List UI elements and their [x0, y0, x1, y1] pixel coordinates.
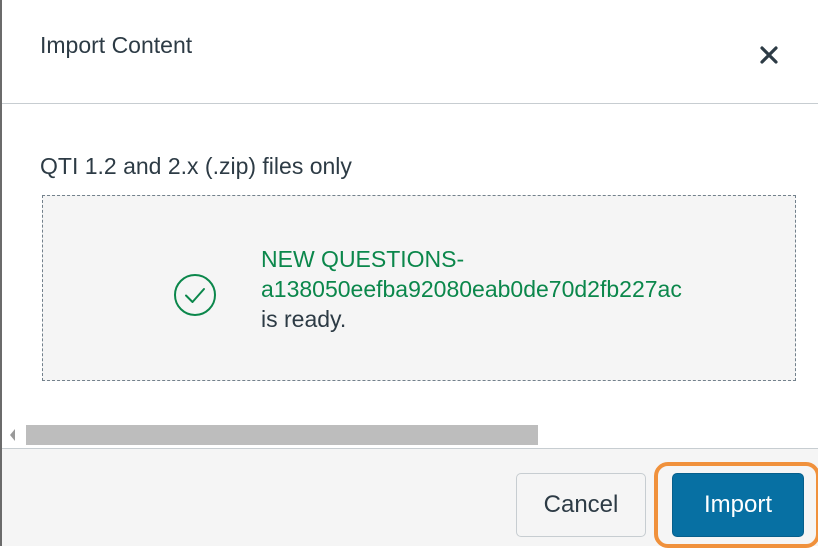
cancel-button[interactable]: Cancel: [516, 473, 646, 537]
import-button[interactable]: Import: [672, 473, 804, 537]
check-circle-icon: [174, 274, 216, 316]
import-content-dialog: Import Content QTI 1.2 and 2.x (.zip) fi…: [0, 0, 818, 548]
close-icon: [760, 46, 778, 64]
file-status-message: NEW QUESTIONS- a138050eefba92080eab0de70…: [261, 244, 682, 334]
file-name-line1: NEW QUESTIONS-: [261, 246, 465, 272]
file-status-text: is ready.: [261, 306, 347, 332]
file-type-hint: QTI 1.2 and 2.x (.zip) files only: [40, 153, 352, 179]
dialog-footer: Cancel Import: [2, 448, 818, 548]
dialog-title: Import Content: [40, 32, 193, 58]
file-name-line2: a138050eefba92080eab0de70d2fb227ac: [261, 276, 682, 302]
scrollbar-thumb[interactable]: [26, 425, 538, 445]
scroll-left-arrow-icon[interactable]: [10, 429, 15, 441]
dialog-body: QTI 1.2 and 2.x (.zip) files only NEW QU…: [2, 105, 818, 447]
file-dropzone[interactable]: NEW QUESTIONS- a138050eefba92080eab0de70…: [42, 195, 796, 381]
dialog-header: Import Content: [2, 0, 818, 104]
close-button[interactable]: [754, 40, 784, 70]
horizontal-scrollbar[interactable]: [2, 423, 818, 447]
